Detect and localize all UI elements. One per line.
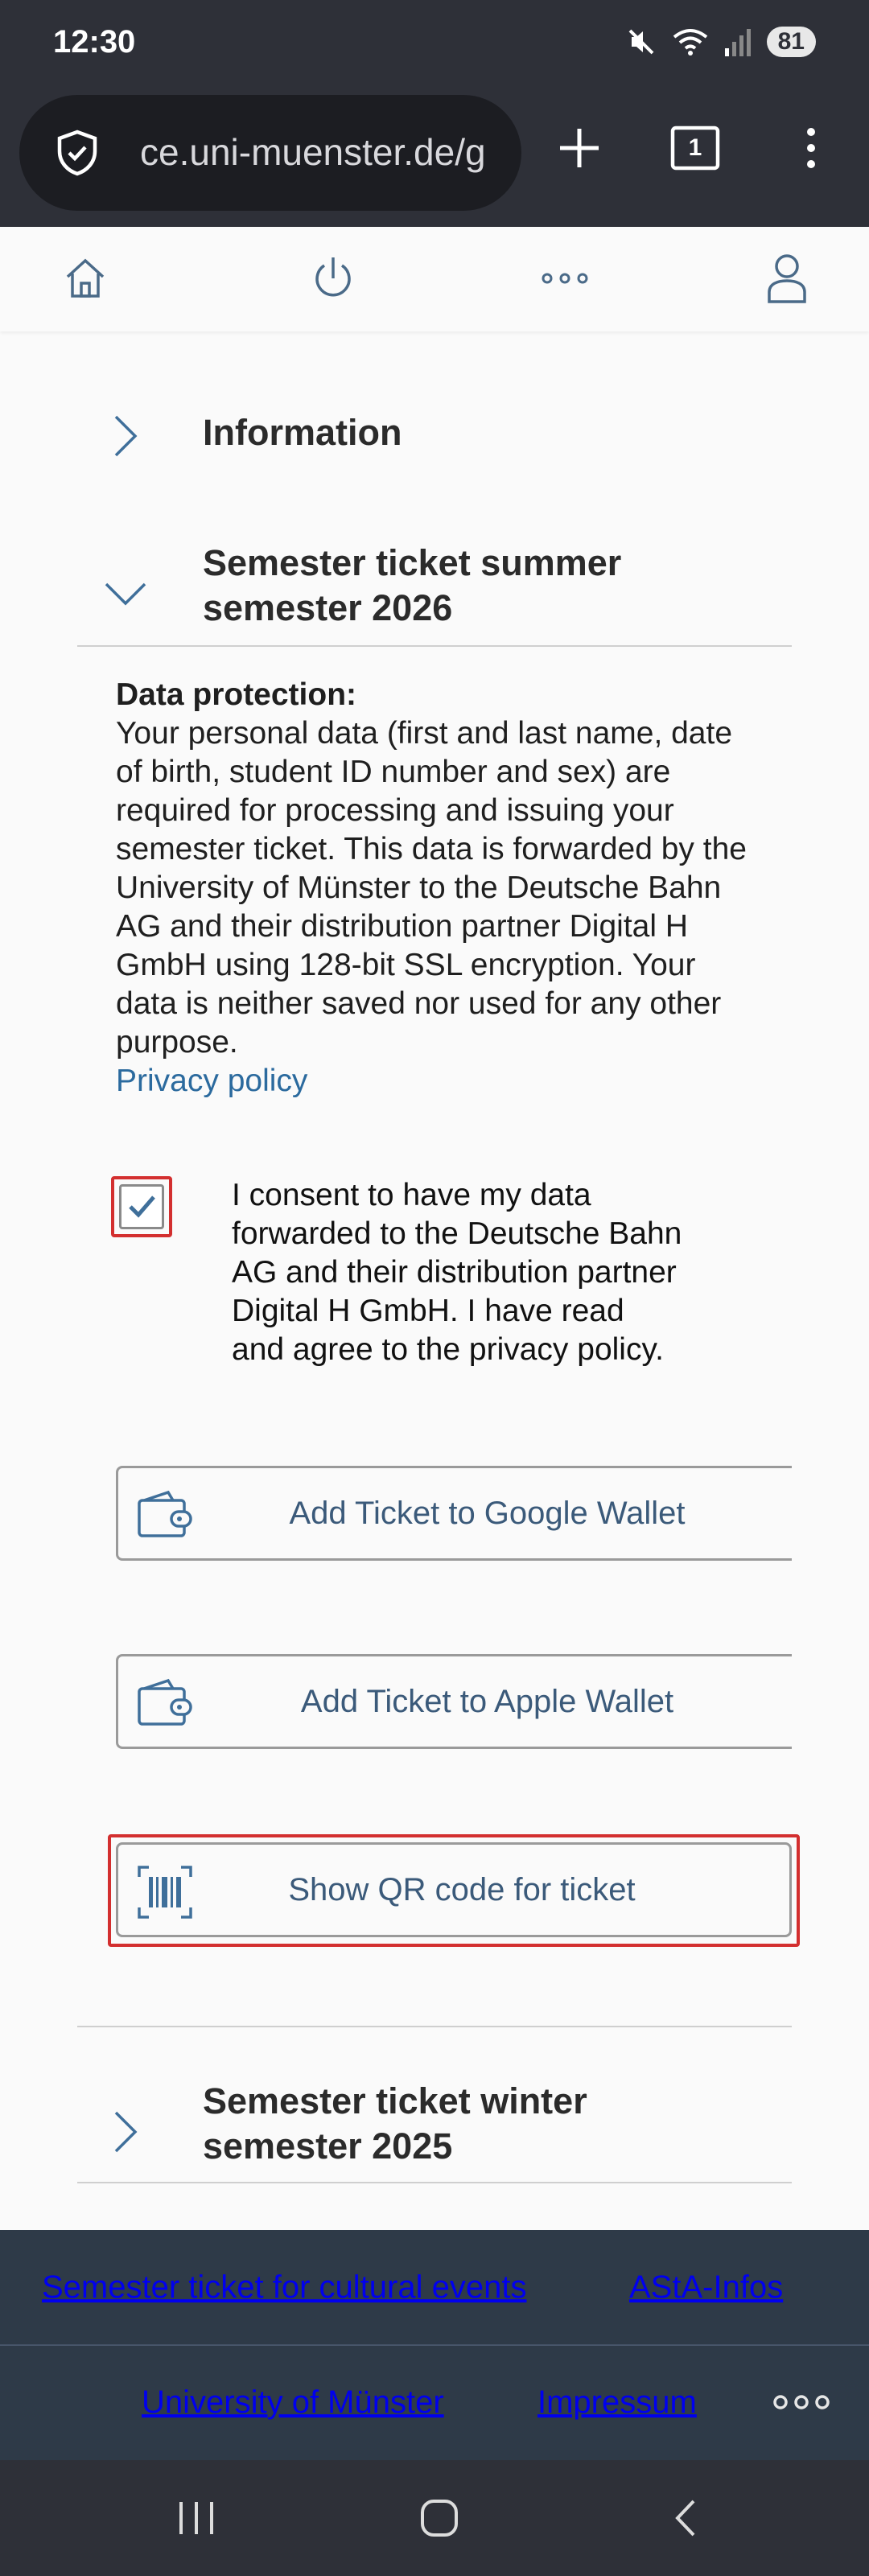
more-vertical-icon [807,128,815,168]
home-circle-icon [421,2500,458,2537]
plus-icon [560,129,599,167]
back-icon [675,2500,695,2537]
add-to-apple-wallet-button[interactable]: Add Ticket to Apple Wallet [116,1654,792,1749]
wifi-icon [673,29,707,56]
accordion-information[interactable]: Information [77,396,792,476]
signal-icon [724,29,751,56]
checkbox-inner [119,1184,164,1229]
divider [77,2026,792,2027]
back-button[interactable] [653,2494,718,2542]
show-qr-code-button[interactable]: Show QR code for ticket [116,1842,792,1937]
footer-link-asta-infos[interactable]: AStA-Infos [629,2269,783,2306]
consent-label[interactable]: I consent to have my data forwarded to t… [232,1176,682,1369]
chevron-down-icon [105,582,146,606]
footer-row-1: Semester ticket for cultural events AStA… [0,2230,869,2344]
data-protection-heading: Data protection: [116,677,357,712]
accordion-title: Semester ticket summer semester 2026 [203,542,622,628]
more-button[interactable] [533,246,597,311]
consent-checkbox[interactable] [111,1176,172,1237]
footer-link-impressum[interactable]: Impressum [537,2385,697,2421]
footer-link-cultural-events[interactable]: Semester ticket for cultural events [42,2269,526,2306]
footer: Semester ticket for cultural events AStA… [0,2230,869,2460]
home-icon [66,258,105,298]
android-nav-bar [0,2460,869,2576]
button-label: Add Ticket to Apple Wallet [300,1684,674,1719]
home-nav-button[interactable] [407,2494,472,2542]
footer-link-university[interactable]: University of Münster [142,2385,444,2421]
checkmark-icon [129,1195,155,1218]
footer-row-2: University of Münster Impressum [0,2344,869,2459]
home-button[interactable] [53,246,117,311]
footer-more-icon[interactable] [772,2393,830,2412]
accordion-summer-semester[interactable]: Semester ticket summer semester 2026 [77,541,792,644]
tab-count: 1 [688,134,702,161]
battery-indicator: 81 [766,27,816,57]
recent-apps-button[interactable] [164,2494,229,2542]
more-horizontal-icon [542,273,588,284]
button-label: Add Ticket to Google Wallet [289,1496,686,1531]
status-time: 12:30 [53,24,136,60]
button-label: Show QR code for ticket [288,1872,636,1907]
recent-apps-icon [179,2502,213,2534]
data-protection-body: Your personal data (first and last name,… [116,716,747,1060]
browser-menu-button[interactable] [779,116,843,180]
user-profile-button[interactable] [755,246,819,311]
power-icon [315,257,351,297]
privacy-policy-link[interactable]: Privacy policy [116,1062,760,1101]
new-tab-button[interactable] [547,116,612,180]
browser-toolbar: ce.uni-muenster.de/g 1 [0,88,869,227]
accordion-title: Semester ticket winter semester 2025 [203,2080,587,2167]
address-bar[interactable]: ce.uni-muenster.de/g [19,95,521,211]
divider [77,2182,792,2183]
status-bar: 12:30 81 [0,0,869,88]
url-text[interactable]: ce.uni-muenster.de/g [140,130,518,174]
accordion-winter-semester[interactable]: Semester ticket winter semester 2025 [77,2079,792,2182]
user-icon [768,254,806,303]
logout-button[interactable] [301,246,365,311]
shield-check-icon[interactable] [51,127,103,179]
tab-switcher-button[interactable]: 1 [663,116,727,180]
divider [77,645,792,647]
chevron-right-icon [114,2111,138,2153]
app-nav [0,227,869,331]
accordion-title: Information [203,412,402,453]
data-protection-section: Data protection: Your personal data (fir… [116,676,760,1101]
status-icons: 81 [625,26,816,58]
mute-icon [628,29,654,55]
add-to-google-wallet-button[interactable]: Add Ticket to Google Wallet [116,1466,792,1561]
chevron-right-icon [114,415,138,457]
